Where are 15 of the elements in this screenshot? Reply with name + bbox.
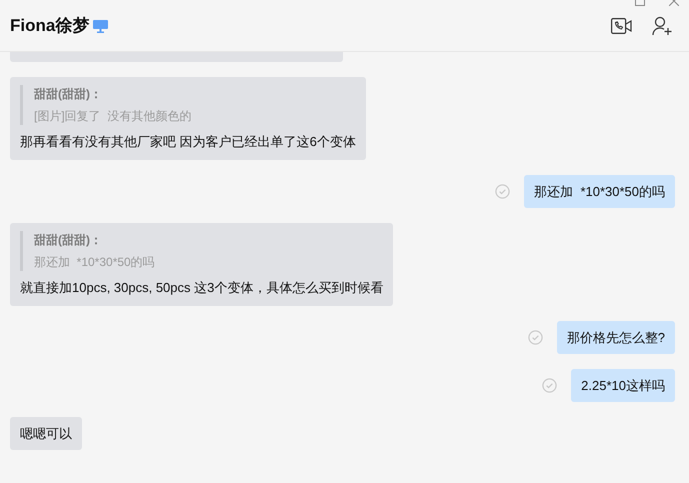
message-bubble: 2.25*10这样吗 [571, 369, 675, 402]
maximize-icon[interactable] [635, 0, 645, 6]
close-icon[interactable] [669, 0, 679, 6]
message-bubble: 那还加 *10*30*50的吗 [524, 175, 675, 208]
video-call-icon[interactable] [611, 18, 632, 34]
quote-author: 甜甜(甜甜)： [34, 86, 103, 102]
add-user-icon[interactable] [652, 16, 673, 36]
quote-text: 那还加 *10*30*50的吗 [34, 254, 156, 270]
message-text: 那再看看有没有其他厂家吧 因为客户已经出单了这6个变体 [20, 133, 356, 151]
message-bubble: 嗯嗯可以 [10, 417, 82, 450]
quote-author: 甜甜(甜甜)： [34, 232, 103, 248]
quote-text: [图片]回复了 没有其他颜色的 [34, 108, 192, 124]
message-text: 就直接加10pcs, 30pcs, 50pcs 这3个变体，具体怎么买到时候看 [20, 279, 384, 297]
message-bubble: 那价格先怎么整? [556, 321, 675, 354]
chat-title: Fiona徐梦 [10, 14, 90, 37]
